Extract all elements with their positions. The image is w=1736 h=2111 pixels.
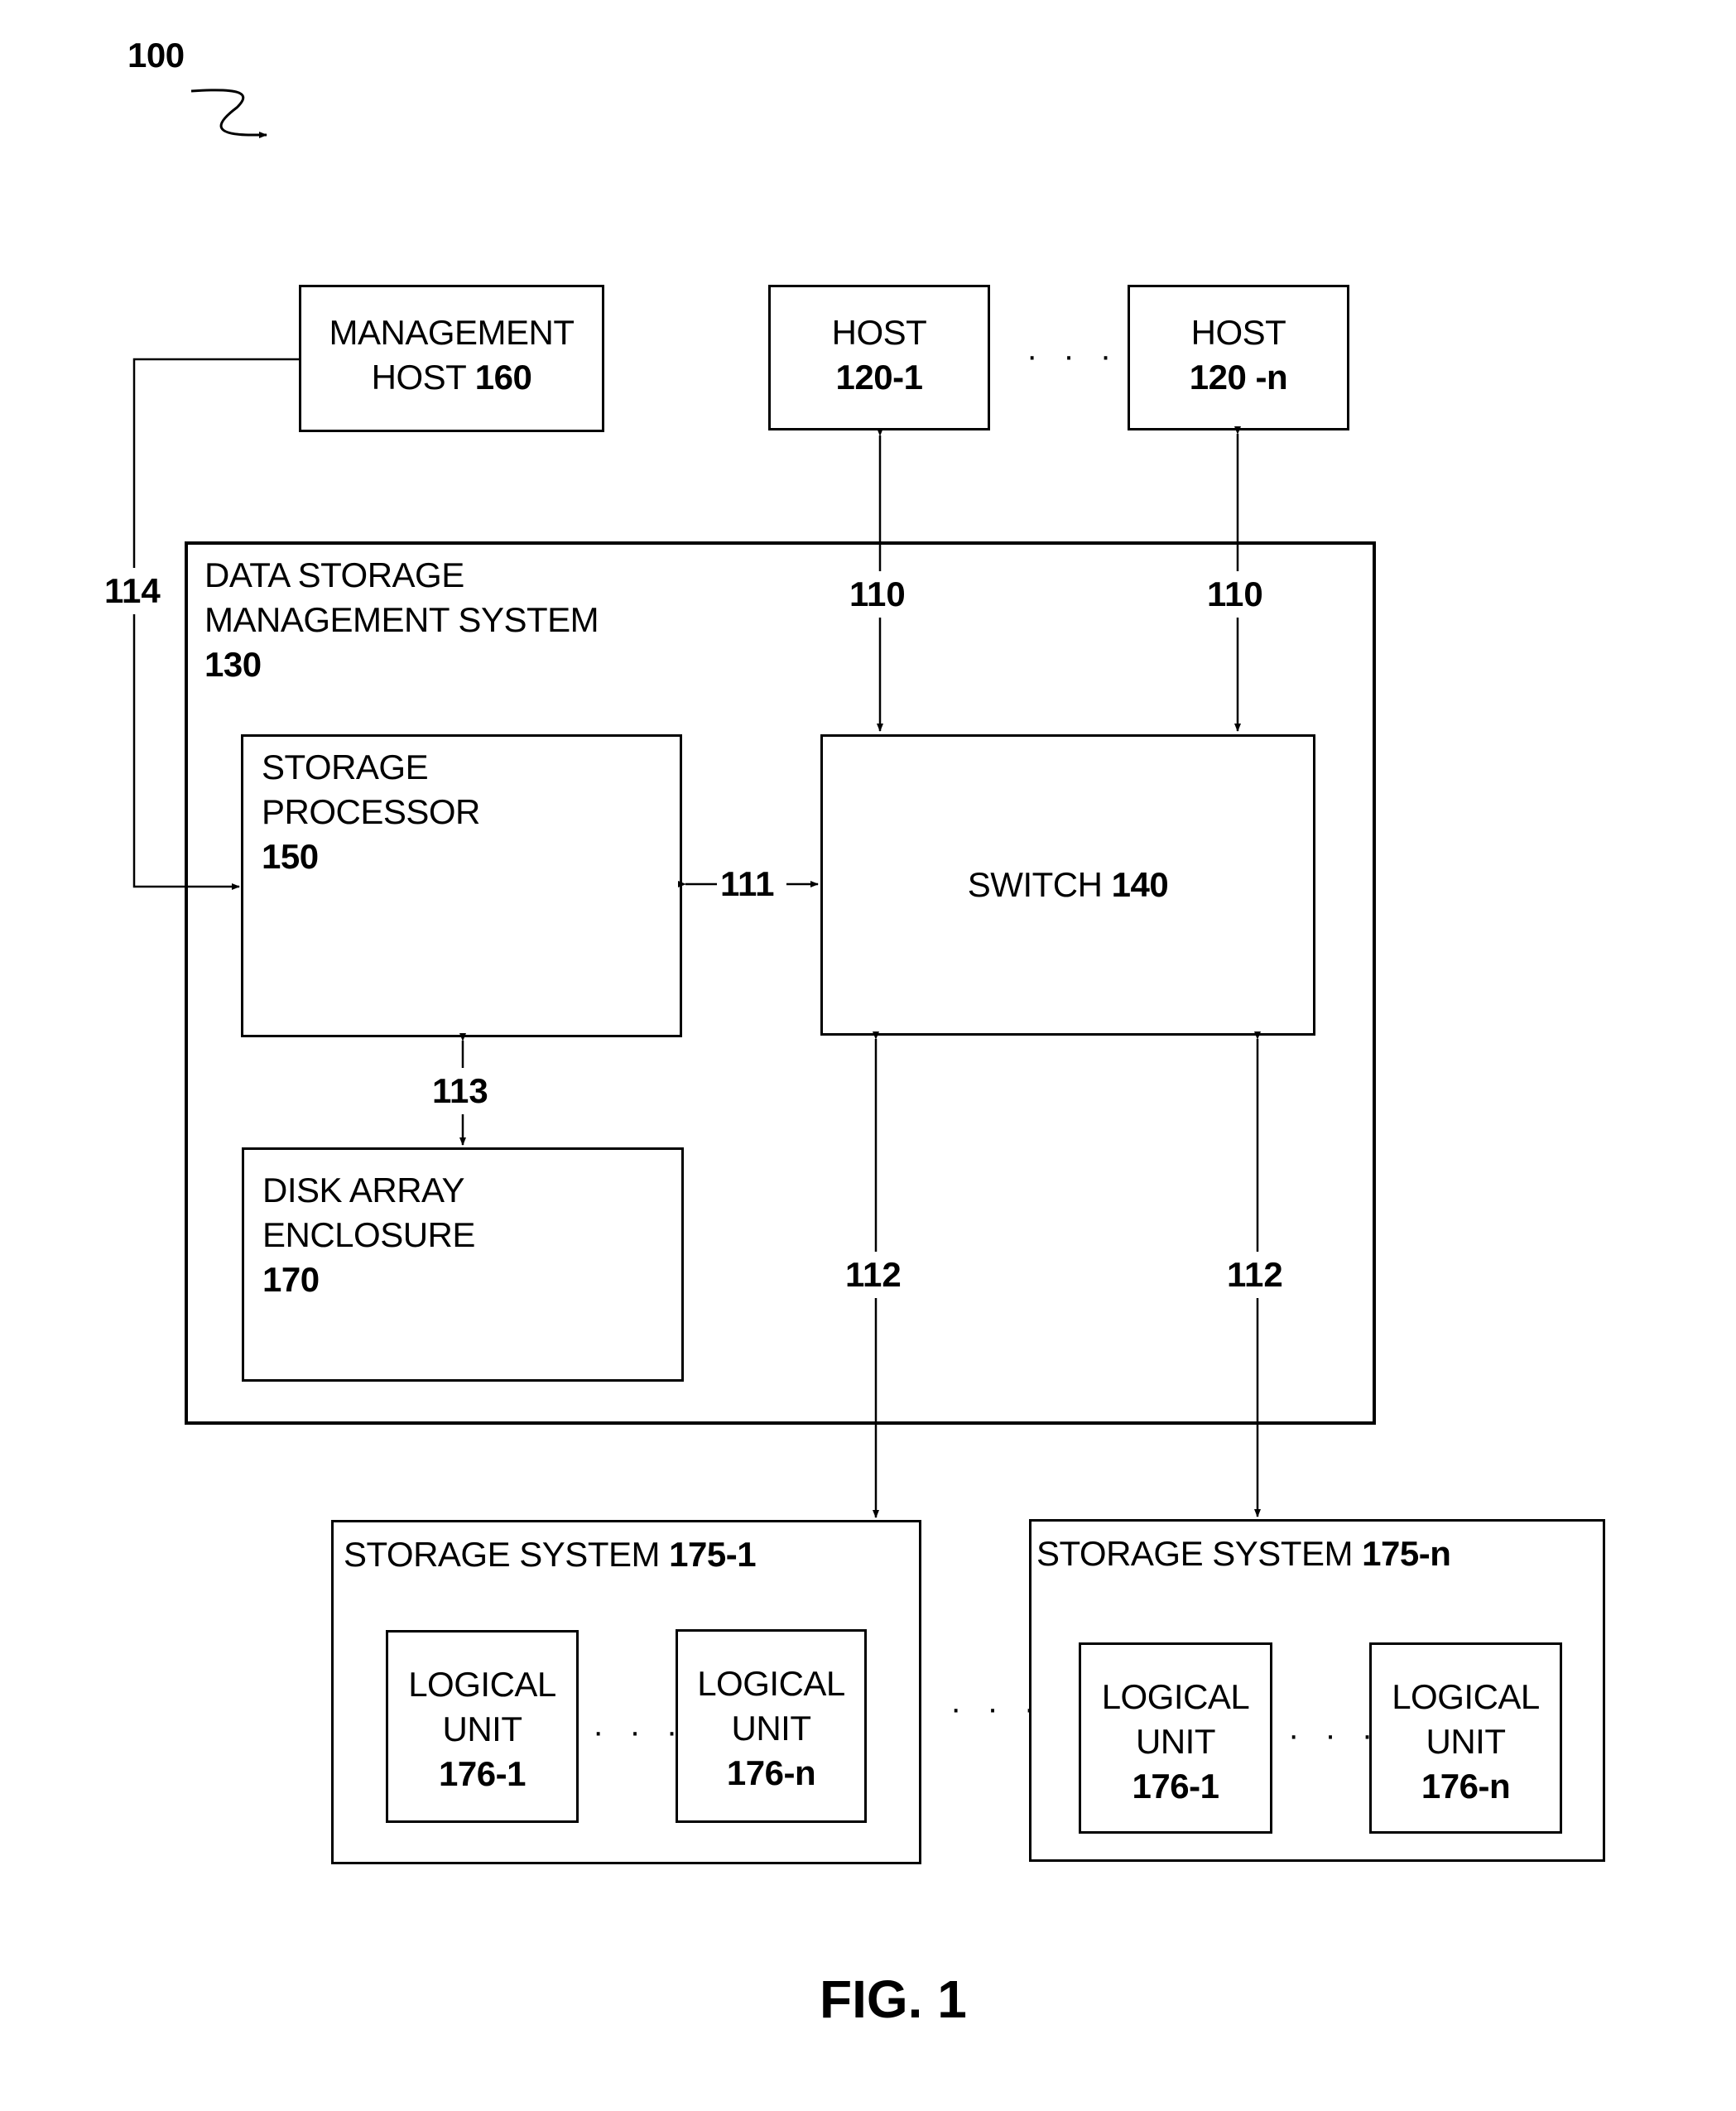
lu-ref: 176-n (726, 1753, 816, 1792)
lu-line1: LOGICAL (408, 1665, 556, 1704)
lu-line2: UNIT (442, 1709, 523, 1748)
switch-name: SWITCH (967, 865, 1103, 904)
logical-unit-box[interactable]: LOGICAL UNIT 176-1 (1079, 1642, 1272, 1834)
host-120-n-box[interactable]: HOST 120 -n (1128, 285, 1349, 430)
switch-ref: 140 (1111, 865, 1169, 904)
lu-ref: 176-n (1421, 1767, 1511, 1806)
link-110-label-host-n: 110 (1207, 571, 1263, 618)
figure-caption: FIG. 1 (820, 1969, 967, 2029)
lu-line1: LOGICAL (697, 1664, 845, 1703)
storage-system-1-name: STORAGE SYSTEM (344, 1535, 660, 1574)
management-host-box[interactable]: MANAGEMENT HOST 160 (299, 285, 604, 432)
link-112-label-storage-1: 112 (845, 1252, 902, 1298)
reference-arrow-100 (190, 89, 267, 138)
lu-line2: UNIT (1136, 1722, 1216, 1761)
host-1-name: HOST (831, 313, 927, 352)
host-120-1-box[interactable]: HOST 120-1 (768, 285, 990, 430)
logical-units-ellipsis: · · · (1288, 1717, 1382, 1753)
switch-box[interactable]: SWITCH 140 (820, 734, 1315, 1036)
storage-system-1-title: STORAGE SYSTEM 175-1 (344, 1532, 757, 1577)
dsms-line2: MANAGEMENT SYSTEM (204, 600, 599, 639)
management-host-ref: 160 (474, 358, 532, 397)
logical-unit-box[interactable]: LOGICAL UNIT 176-n (1369, 1642, 1562, 1834)
storage-system-n-ref: 175-n (1362, 1534, 1451, 1573)
dae-ref: 170 (262, 1260, 320, 1299)
switch-label: SWITCH 140 (823, 863, 1313, 907)
dae-line2: ENCLOSURE (262, 1215, 475, 1254)
sp-line1: STORAGE (262, 748, 429, 786)
link-110-label-host-1: 110 (849, 571, 906, 618)
sp-ref: 150 (262, 837, 319, 876)
logical-unit-box[interactable]: LOGICAL UNIT 176-n (676, 1629, 867, 1823)
lu-line2: UNIT (731, 1709, 812, 1748)
link-112-label-storage-n: 112 (1227, 1252, 1283, 1298)
host-n-ref: 120 -n (1189, 358, 1288, 397)
lu-line2: UNIT (1426, 1722, 1507, 1761)
storage-system-1-ref: 175-1 (669, 1535, 757, 1574)
link-113-label: 113 (432, 1068, 488, 1114)
dsms-line1: DATA STORAGE (204, 555, 464, 594)
sp-line2: PROCESSOR (262, 792, 480, 831)
dae-line1: DISK ARRAY (262, 1171, 464, 1209)
storage-system-n-title: STORAGE SYSTEM 175-n (1036, 1532, 1451, 1576)
figure-reference-label: 100 (127, 36, 185, 75)
management-host-name-text: HOST (371, 358, 466, 397)
management-host-name: HOST 160 (301, 355, 602, 400)
lu-ref: 176-1 (439, 1754, 526, 1793)
host-1-ref: 120-1 (835, 358, 923, 397)
link-111-label: 111 (720, 864, 775, 903)
host-n-name: HOST (1190, 313, 1286, 352)
storage-processor-box[interactable]: STORAGE PROCESSOR 150 (241, 734, 682, 1037)
lu-ref: 176-1 (1132, 1767, 1219, 1806)
management-host-title: MANAGEMENT (329, 313, 575, 352)
logical-unit-box[interactable]: LOGICAL UNIT 176-1 (386, 1630, 579, 1823)
link-114-label: 114 (104, 568, 161, 614)
dsms-ref: 130 (204, 645, 262, 684)
hosts-ellipsis: · · · (1027, 338, 1120, 374)
logical-units-ellipsis: · · · (593, 1714, 686, 1750)
lu-line1: LOGICAL (1392, 1677, 1540, 1716)
disk-array-enclosure-box[interactable]: DISK ARRAY ENCLOSURE 170 (242, 1147, 684, 1382)
lu-line1: LOGICAL (1101, 1677, 1250, 1716)
storage-system-n-name: STORAGE SYSTEM (1036, 1534, 1353, 1573)
